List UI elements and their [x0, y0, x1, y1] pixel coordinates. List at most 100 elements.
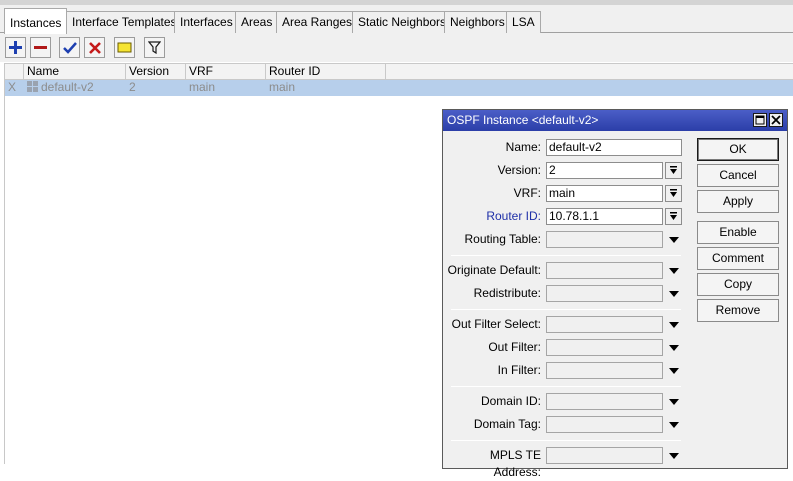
enable-button[interactable]: Enable [697, 221, 779, 244]
router-id-label[interactable]: Router ID: [443, 208, 541, 225]
filter-icon [148, 41, 161, 54]
cell-name-text: default-v2 [41, 80, 94, 94]
toolbar [0, 33, 793, 62]
in-filter-select[interactable] [546, 362, 663, 379]
dialog-title: OSPF Instance <default-v2> [447, 113, 599, 127]
redistribute-select[interactable] [546, 285, 663, 302]
mpls-te-address-input[interactable] [546, 447, 663, 464]
comment-icon [117, 42, 132, 53]
instance-icon [27, 81, 38, 92]
chevron-down-icon [669, 398, 679, 405]
out-filter-select-label: Out Filter Select: [451, 317, 541, 331]
tab-lsa[interactable]: LSA [506, 11, 541, 33]
tab-neighbors[interactable]: Neighbors [444, 11, 511, 33]
section-divider [451, 386, 681, 387]
tab-bar: Instances Interface Templates Interfaces… [0, 0, 793, 34]
name-label: Name: [505, 140, 541, 154]
tab-interfaces[interactable]: Interfaces [174, 11, 239, 33]
disable-button[interactable] [84, 37, 105, 58]
enable-button[interactable] [59, 37, 80, 58]
disable-x-icon [88, 41, 101, 54]
out-filter-expand-button[interactable] [667, 339, 681, 356]
tab-areas[interactable]: Areas [235, 11, 279, 33]
column-version[interactable]: Version [126, 64, 186, 80]
version-label: Version: [497, 163, 541, 177]
in-filter-label: In Filter: [497, 363, 541, 377]
version-dropdown-button[interactable] [665, 162, 682, 179]
domain-tag-input[interactable] [546, 416, 663, 433]
out-filter-select-select[interactable] [546, 316, 663, 333]
name-input[interactable]: default-v2 [546, 139, 682, 156]
cancel-button[interactable]: Cancel [697, 164, 779, 187]
column-flag [5, 64, 24, 80]
domain-tag-label: Domain Tag: [473, 417, 541, 431]
vrf-select[interactable]: main [546, 185, 663, 202]
out-filter-select[interactable] [546, 339, 663, 356]
add-icon [9, 41, 22, 54]
filter-button[interactable] [144, 37, 165, 58]
domain-tag-expand-button[interactable] [667, 416, 681, 433]
chevron-down-icon [669, 267, 679, 274]
cell-version: 2 [129, 80, 136, 94]
chevron-down-icon [669, 344, 679, 351]
chevron-down-icon [669, 452, 679, 459]
dropdown-arrow-icon [670, 189, 677, 197]
ok-button[interactable]: OK [697, 138, 779, 161]
apply-button[interactable]: Apply [697, 190, 779, 213]
table-header: Name Version VRF Router ID [5, 63, 793, 80]
remove-icon [34, 46, 47, 49]
out-filter-label: Out Filter: [488, 340, 541, 354]
tab-interface-templates[interactable]: Interface Templates [66, 11, 183, 33]
version-select[interactable]: 2 [546, 162, 663, 179]
originate-default-select[interactable] [546, 262, 663, 279]
copy-button[interactable]: Copy [697, 273, 779, 296]
ospf-instance-dialog: OSPF Instance <default-v2> Name: default… [442, 109, 788, 479]
cell-vrf: main [189, 80, 216, 94]
vrf-label: VRF: [513, 186, 541, 200]
close-button[interactable] [769, 113, 783, 127]
redistribute-label: Redistribute: [473, 286, 541, 300]
maximize-icon [755, 115, 765, 125]
close-icon [771, 115, 781, 125]
comment-button[interactable] [114, 37, 135, 58]
remove-button[interactable] [30, 37, 51, 58]
enable-check-icon [62, 42, 77, 54]
comment-button[interactable]: Comment [697, 247, 779, 270]
maximize-button[interactable] [753, 113, 767, 127]
domain-id-input[interactable] [546, 393, 663, 410]
table-row[interactable]: X default-v2 2 main main [5, 80, 793, 96]
dropdown-arrow-icon [670, 212, 677, 220]
remove-button[interactable]: Remove [697, 299, 779, 322]
tab-static-neighbors[interactable]: Static Neighbors [352, 11, 453, 33]
routing-table-select[interactable] [546, 231, 663, 248]
add-button[interactable] [5, 37, 26, 58]
domain-id-label: Domain ID: [480, 394, 541, 408]
dialog-title-bar[interactable]: OSPF Instance <default-v2> [443, 110, 787, 131]
section-divider [451, 255, 681, 256]
chevron-down-icon [669, 421, 679, 428]
chevron-down-icon [669, 290, 679, 297]
column-name[interactable]: Name [24, 64, 126, 80]
column-vrf[interactable]: VRF [186, 64, 266, 80]
tab-instances[interactable]: Instances [4, 8, 68, 34]
tab-area-ranges[interactable]: Area Ranges [276, 11, 359, 33]
vrf-dropdown-button[interactable] [665, 185, 682, 202]
originate-default-expand-button[interactable] [667, 262, 681, 279]
cell-name: default-v2 [24, 80, 126, 96]
mpls-te-address-expand-button[interactable] [667, 447, 681, 464]
out-filter-select-expand-button[interactable] [667, 316, 681, 333]
chevron-down-icon [669, 367, 679, 374]
redistribute-expand-button[interactable] [667, 285, 681, 302]
router-id-dropdown-button[interactable] [665, 208, 682, 225]
in-filter-expand-button[interactable] [667, 362, 681, 379]
routing-table-expand-button[interactable] [667, 231, 681, 248]
column-router-id[interactable]: Router ID [266, 64, 386, 80]
section-divider [451, 309, 681, 310]
dropdown-arrow-icon [670, 166, 677, 174]
section-divider [451, 440, 681, 441]
domain-id-expand-button[interactable] [667, 393, 681, 410]
disabled-flag: X [8, 80, 17, 94]
router-id-input[interactable]: 10.78.1.1 [546, 208, 663, 225]
routing-table-label: Routing Table: [464, 232, 542, 246]
cell-router-id: main [269, 80, 296, 94]
